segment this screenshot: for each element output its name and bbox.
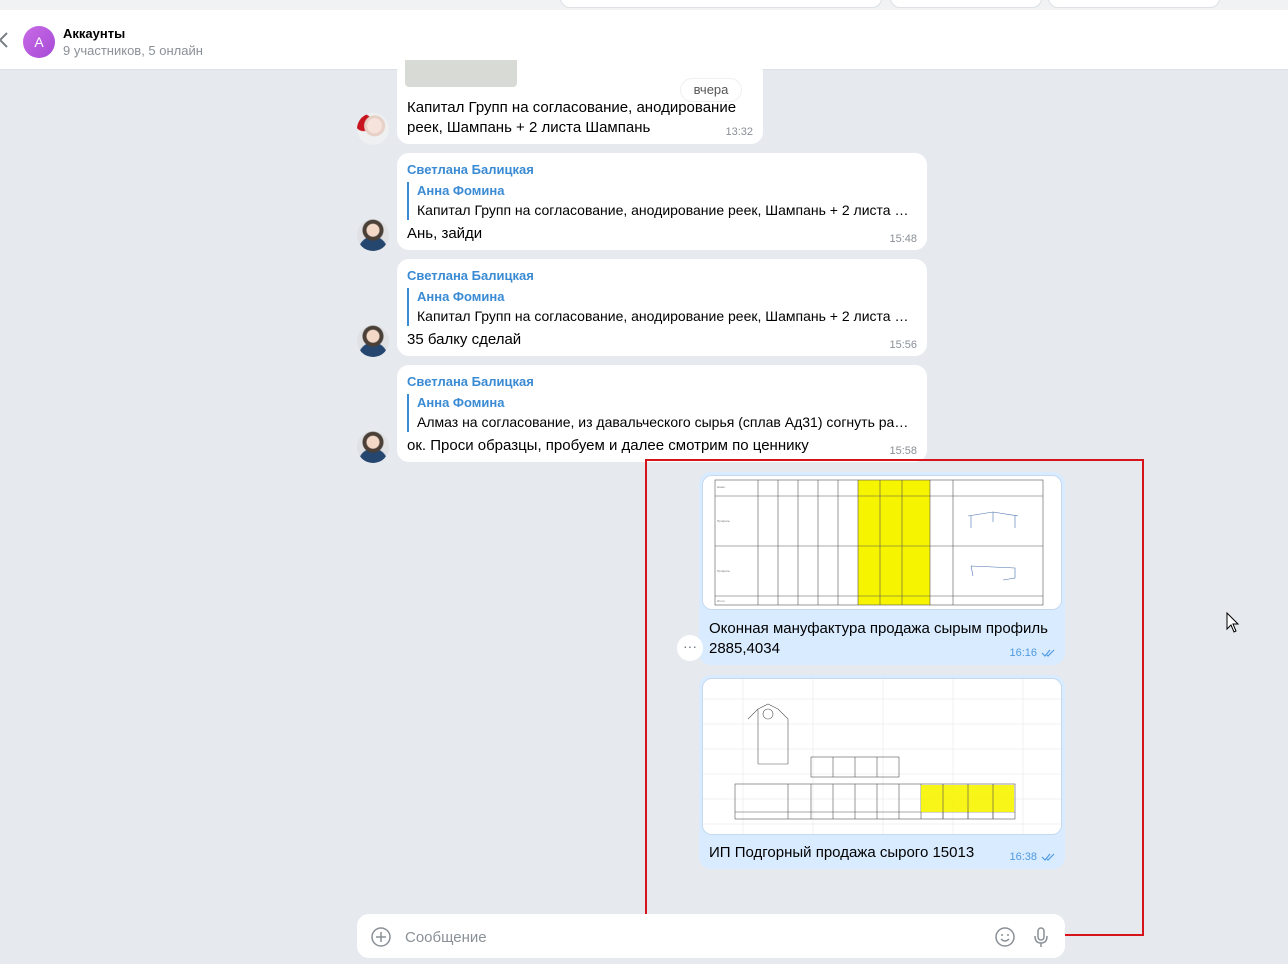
quote-text: Алмаз на согласование, из давальческого … [417,414,913,430]
message-time: 15:48 [889,233,917,245]
reply-quote[interactable]: Анна Фомина Капитал Групп на согласовани… [407,182,913,220]
message-time: 15:58 [889,445,917,457]
tab-edge[interactable] [890,0,1042,8]
reply-quote[interactable]: Анна Фомина Капитал Групп на согласовани… [407,288,913,326]
message-bubble[interactable]: Светлана Балицкая Анна Фомина Алмаз на с… [397,365,927,462]
message-text: 35 балку сделай [407,331,522,348]
quote-text: Капитал Групп на согласование, анодирова… [417,308,913,324]
sender-name[interactable]: Светлана Балицкая [407,162,534,177]
message-input[interactable] [403,923,967,951]
message-text: ок. Проси образцы, пробуем и далее смотр… [407,437,809,454]
sender-name[interactable]: Светлана Балицкая [407,268,534,283]
avatar[interactable] [357,431,389,463]
message-time: 13:32 [725,126,753,138]
message-bubble[interactable]: Капитал Групп на согласование, анодирова… [397,60,763,144]
image-attachment[interactable] [405,60,517,87]
avatar[interactable] [357,325,389,357]
avatar[interactable] [357,113,389,145]
reply-quote[interactable]: Анна Фомина Алмаз на согласование, из да… [407,394,913,432]
chat-title[interactable]: Аккаунты [63,26,125,41]
search-field-edge[interactable] [560,0,882,8]
emoji-icon[interactable] [994,926,1016,948]
quote-author: Анна Фомина [417,395,505,410]
top-strip [0,0,1288,10]
date-chip: вчера [681,79,741,101]
message-text: Капитал Групп на согласование, анодирова… [407,99,737,136]
chat-avatar[interactable]: А [23,26,55,58]
message-bubble[interactable]: Светлана Балицкая Анна Фомина Капитал Гр… [397,259,927,356]
message-composer [357,914,1065,958]
message-time: 15:56 [889,339,917,351]
chat-subtitle: 9 участников, 5 онлайн [63,43,203,58]
mouse-cursor-icon [1226,612,1240,633]
avatar[interactable] [357,219,389,251]
message-text: Ань, зайди [407,225,483,242]
message-bubble[interactable]: Светлана Балицкая Анна Фомина Капитал Гр… [397,153,927,250]
tab-edge[interactable] [1048,0,1220,8]
attach-icon[interactable] [370,926,392,948]
sender-name[interactable]: Светлана Балицкая [407,374,534,389]
back-icon[interactable] [0,30,10,50]
highlight-frame [645,459,1144,936]
quote-author: Анна Фомина [417,289,505,304]
quote-author: Анна Фомина [417,183,505,198]
mic-icon[interactable] [1030,926,1052,948]
quote-text: Капитал Групп на согласование, анодирова… [417,202,913,218]
